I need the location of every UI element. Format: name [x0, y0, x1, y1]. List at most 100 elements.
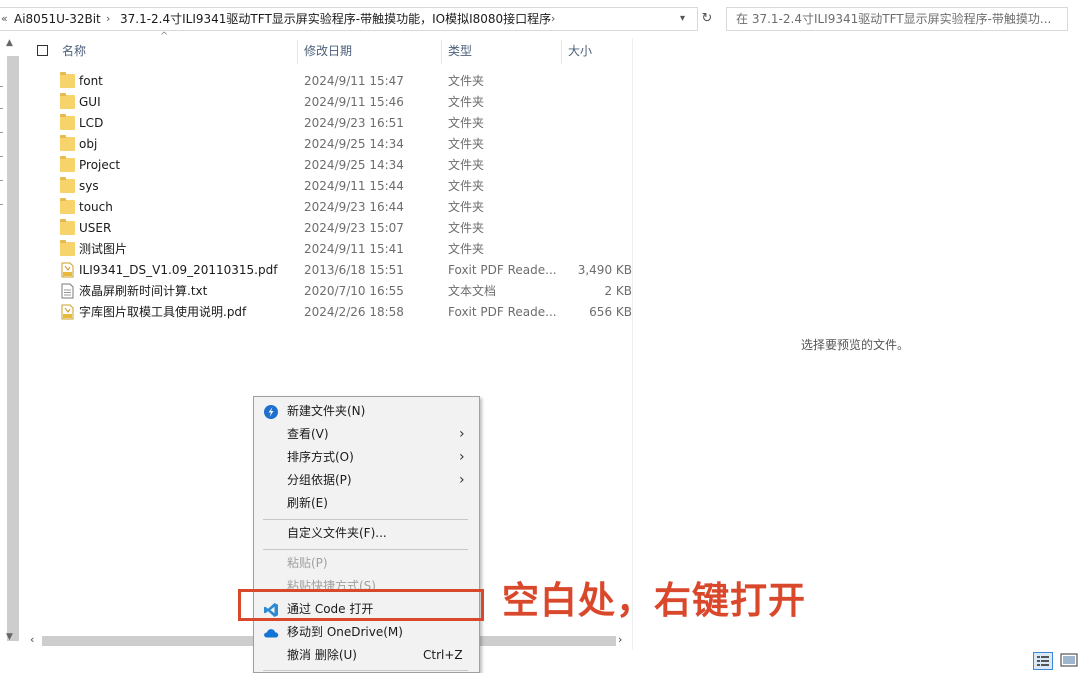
- menu-item-label: 排序方式(O): [287, 450, 354, 464]
- file-row[interactable]: font 2024/9/11 15:47 文件夹: [28, 71, 632, 92]
- select-all-checkbox[interactable]: [37, 45, 48, 56]
- address-history-dropdown-icon[interactable]: ▾: [680, 8, 685, 30]
- large-icons-view-icon: [1060, 653, 1078, 667]
- menu-item-customize-folder[interactable]: 自定义文件夹(F)...: [254, 522, 479, 545]
- submenu-arrow-icon: ›: [459, 449, 465, 465]
- menu-item-sort[interactable]: 排序方式(O) ›: [254, 446, 479, 469]
- menu-item-undo-delete[interactable]: 撤消 删除(U) Ctrl+Z: [254, 644, 479, 667]
- menu-item-label: 移动到 OneDrive(M): [287, 625, 403, 639]
- menu-item-new-folder[interactable]: 新建文件夹(N): [254, 400, 479, 423]
- file-date: 2024/9/23 16:44: [304, 200, 404, 214]
- file-row[interactable]: GUI 2024/9/11 15:46 文件夹: [28, 92, 632, 113]
- file-row[interactable]: 测试图片 2024/9/11 15:41 文件夹: [28, 239, 632, 260]
- file-size: 2 KB: [604, 284, 632, 298]
- folder-icon: [60, 72, 75, 88]
- file-name: Project: [79, 158, 121, 172]
- menu-item-view[interactable]: 查看(V) ›: [254, 423, 479, 446]
- file-date: 2024/9/25 14:34: [304, 158, 404, 172]
- menu-item-move-onedrive[interactable]: 移动到 OneDrive(M): [254, 621, 479, 644]
- nav-tree-line: [0, 108, 3, 109]
- file-type: 文本文档: [448, 284, 497, 298]
- refresh-icon[interactable]: ↻: [698, 7, 716, 31]
- folder-icon: [60, 198, 75, 214]
- file-type: Foxit PDF Reade...: [448, 305, 557, 319]
- column-divider[interactable]: [441, 40, 442, 64]
- file-row[interactable]: 液晶屏刷新时间计算.txt 2020/7/10 16:55 文本文档 2 KB: [28, 281, 632, 302]
- scrollbar-thumb[interactable]: [7, 56, 19, 641]
- file-row[interactable]: sys 2024/9/11 15:44 文件夹: [28, 176, 632, 197]
- file-date: 2024/9/23 16:51: [304, 116, 404, 130]
- submenu-arrow-icon: ›: [459, 426, 465, 442]
- details-view-icon: [1037, 656, 1049, 666]
- file-type: 文件夹: [448, 200, 485, 214]
- scroll-left-icon[interactable]: ‹: [30, 633, 34, 646]
- file-name: sys: [79, 179, 99, 193]
- file-name: 字库图片取模工具使用说明.pdf: [79, 305, 247, 319]
- file-type: 文件夹: [448, 137, 485, 151]
- nav-tree-line: [0, 132, 3, 133]
- file-size: 3,490 KB: [577, 263, 632, 277]
- column-divider[interactable]: [297, 40, 298, 64]
- preview-pane-divider[interactable]: [632, 38, 633, 650]
- file-type: Foxit PDF Reade...: [448, 263, 557, 277]
- breadcrumb-chevron-icon[interactable]: ›: [551, 8, 555, 30]
- file-row[interactable]: ILI9341_DS_V1.09_20110315.pdf 2013/6/18 1…: [28, 260, 632, 281]
- column-date[interactable]: 修改日期: [304, 38, 352, 64]
- file-row[interactable]: 字库图片取模工具使用说明.pdf 2024/2/26 18:58 Foxit PDF…: [28, 302, 632, 323]
- folder-icon: [60, 156, 75, 172]
- column-size[interactable]: 大小: [568, 38, 592, 64]
- file-name: ILI9341_DS_V1.09_20110315.pdf: [79, 263, 278, 277]
- file-name: USER: [79, 221, 112, 235]
- pdf-file-icon: [60, 262, 75, 278]
- annotation-text: 空白处，右键打开: [502, 579, 806, 622]
- file-row[interactable]: Project 2024/9/25 14:34 文件夹: [28, 155, 632, 176]
- column-name[interactable]: 名称: [62, 38, 86, 64]
- scroll-right-icon[interactable]: ›: [618, 633, 622, 646]
- menu-item-label: 刷新(E): [287, 496, 328, 510]
- folder-icon: [60, 135, 75, 151]
- file-type: 文件夹: [448, 74, 485, 88]
- file-name: GUI: [79, 95, 101, 109]
- scroll-up-icon[interactable]: ▲: [6, 38, 13, 48]
- file-name: touch: [79, 200, 113, 214]
- nav-pane-scrollbar[interactable]: ▲ ▼: [0, 38, 20, 648]
- file-date: 2024/9/11 15:44: [304, 179, 404, 193]
- menu-item-group[interactable]: 分组依据(P) ›: [254, 469, 479, 492]
- file-date: 2024/9/11 15:47: [304, 74, 404, 88]
- menu-separator: [263, 549, 468, 550]
- breadcrumb-overflow-icon[interactable]: «: [1, 8, 8, 30]
- file-type: 文件夹: [448, 95, 485, 109]
- file-date: 2024/9/11 15:46: [304, 95, 404, 109]
- file-date: 2020/7/10 16:55: [304, 284, 404, 298]
- file-row[interactable]: touch 2024/9/23 16:44 文件夹: [28, 197, 632, 218]
- preview-placeholder: 选择要预览的文件。: [801, 338, 910, 352]
- file-date: 2024/9/23 15:07: [304, 221, 404, 235]
- scroll-down-icon[interactable]: ▼: [6, 632, 13, 642]
- file-list: font 2024/9/11 15:47 文件夹 GUI 2024/9/11 15:46…: [28, 71, 632, 323]
- breadcrumb-chevron-icon[interactable]: ›: [106, 8, 110, 30]
- sort-ascending-icon: ^: [160, 31, 169, 42]
- search-input[interactable]: 在 37.1-2.4寸ILI9341驱动TFT显示屏实验程序-带触摸功...: [726, 7, 1068, 31]
- text-file-icon: [60, 283, 75, 299]
- details-view-button[interactable]: [1033, 652, 1053, 670]
- column-type[interactable]: 类型: [448, 38, 472, 64]
- folder-icon: [60, 114, 75, 130]
- file-date: 2024/2/26 18:58: [304, 305, 404, 319]
- file-type: 文件夹: [448, 242, 485, 256]
- file-name: 测试图片: [79, 242, 128, 256]
- highlight-box: [238, 589, 484, 621]
- large-icons-view-button[interactable]: [1059, 652, 1079, 670]
- file-type: 文件夹: [448, 179, 485, 193]
- context-menu: 新建文件夹(N) 查看(V) › 排序方式(O) › 分组依据(P) › 刷新(…: [253, 396, 480, 673]
- menu-item-refresh[interactable]: 刷新(E): [254, 492, 479, 515]
- column-divider[interactable]: [561, 40, 562, 64]
- file-row[interactable]: obj 2024/9/25 14:34 文件夹: [28, 134, 632, 155]
- breadcrumb-item[interactable]: Ai8051U-32Bit: [14, 8, 101, 30]
- file-name: 液晶屏刷新时间计算.txt: [79, 284, 208, 298]
- breadcrumb-item[interactable]: 37.1-2.4寸ILI9341驱动TFT显示屏实验程序-带触摸功能，IO模拟I…: [120, 8, 551, 30]
- file-row[interactable]: USER 2024/9/23 15:07 文件夹: [28, 218, 632, 239]
- file-row[interactable]: LCD 2024/9/23 16:51 文件夹: [28, 113, 632, 134]
- menu-shortcut: Ctrl+Z: [423, 648, 463, 662]
- address-bar[interactable]: « Ai8051U-32Bit › 37.1-2.4寸ILI9341驱动TFT显…: [0, 7, 698, 31]
- file-size: 656 KB: [589, 305, 632, 319]
